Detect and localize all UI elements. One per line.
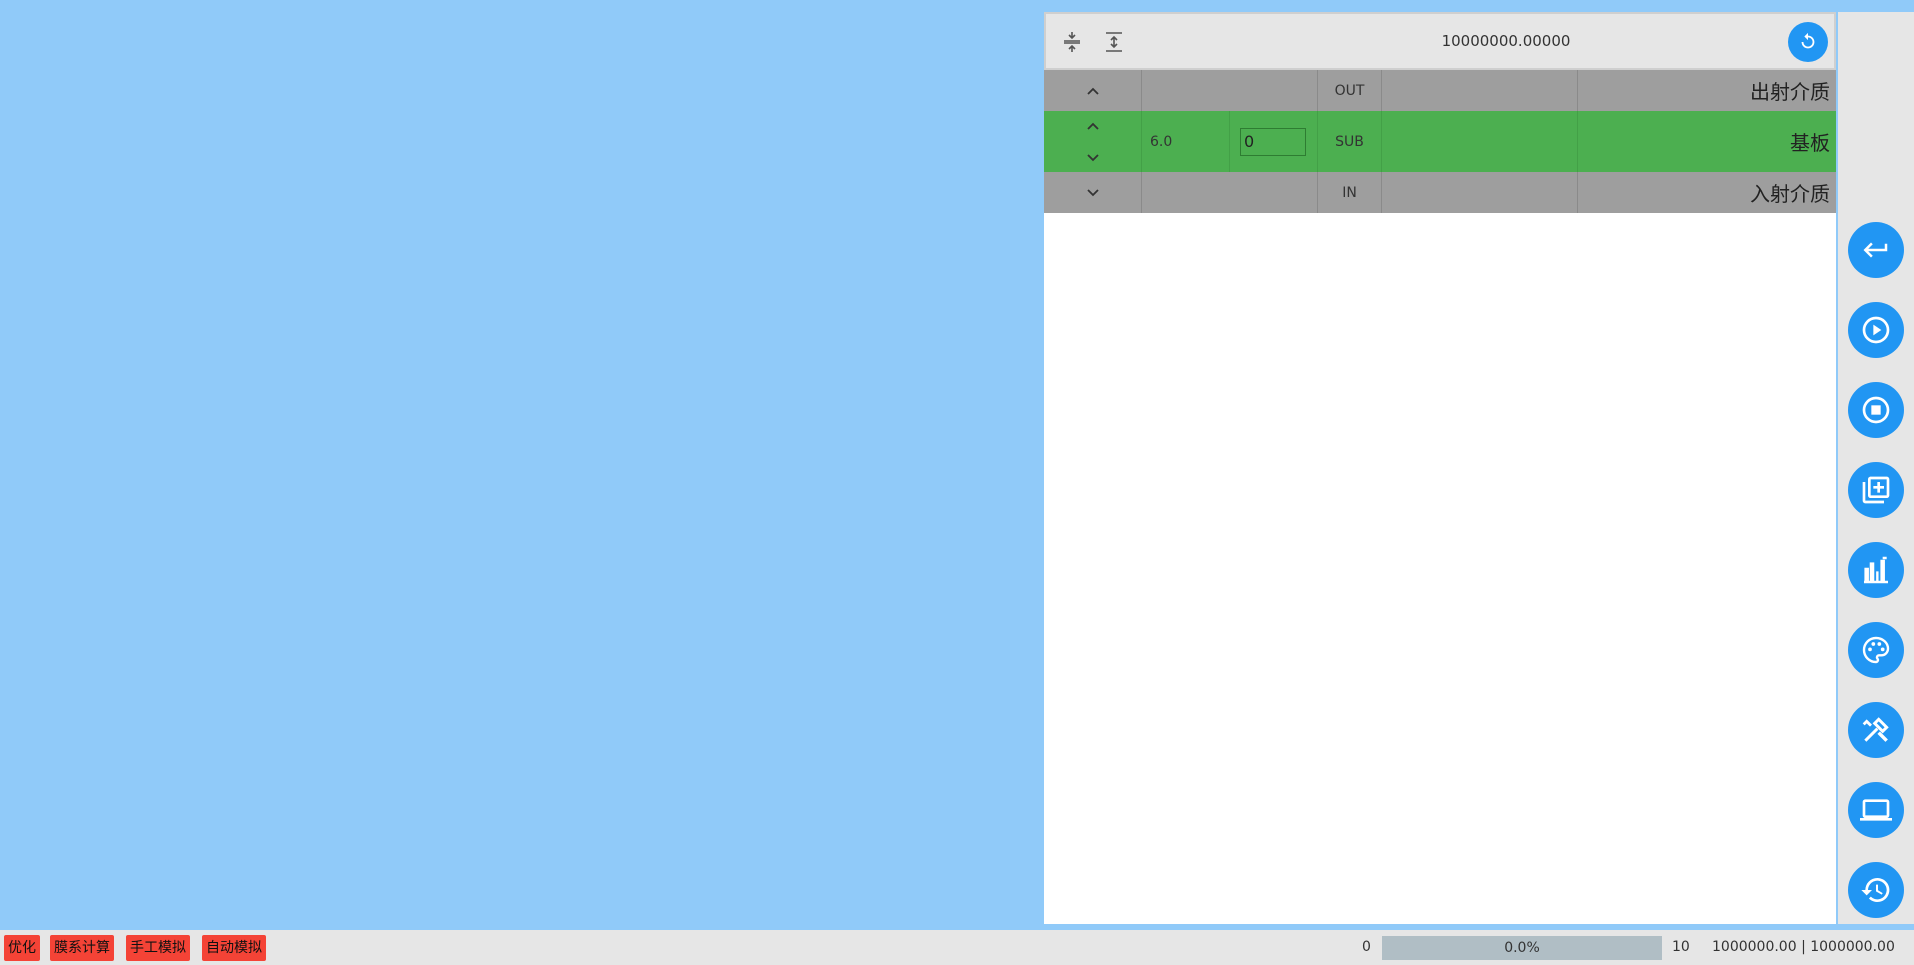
- layer-index-cell: 6.0: [1142, 111, 1230, 172]
- layer-row-out[interactable]: OUT 出射介质: [1044, 70, 1836, 111]
- action-rail: [1838, 12, 1914, 924]
- compress-vertical-icon[interactable]: [1058, 28, 1086, 56]
- move-up-icon[interactable]: [1086, 82, 1100, 100]
- total-thickness-value: 10000000.00000: [1441, 32, 1571, 50]
- film-calc-tab[interactable]: 膜系计算: [50, 935, 114, 961]
- return-icon: [1863, 242, 1888, 258]
- history-icon: [1861, 877, 1890, 902]
- layer-tag: OUT: [1318, 70, 1382, 111]
- status-bar: 优化 膜系计算 手工模拟 自动模拟 0 0.0% 10 1000000.00 |…: [0, 930, 1914, 965]
- status-values: 1000000.00 | 1000000.00: [1712, 939, 1895, 955]
- tools-icon: [1862, 717, 1889, 742]
- play-button[interactable]: [1848, 302, 1904, 358]
- history-button[interactable]: [1848, 862, 1904, 918]
- stop-icon: [1862, 396, 1890, 424]
- thickness-input[interactable]: [1240, 127, 1306, 156]
- layer-tag: SUB: [1318, 111, 1382, 172]
- layer-material-cell: [1382, 70, 1578, 111]
- layer-name: 基板: [1790, 131, 1830, 155]
- layer-row-in[interactable]: IN 入射介质: [1044, 172, 1836, 213]
- laptop-button[interactable]: [1848, 782, 1904, 838]
- laptop-icon: [1860, 799, 1892, 821]
- palette-button[interactable]: [1848, 622, 1904, 678]
- progress-min: 0: [1362, 939, 1371, 955]
- progress-bar: 0.0%: [1382, 936, 1662, 960]
- layer-material-cell: [1382, 172, 1578, 213]
- refresh-button[interactable]: [1788, 22, 1828, 62]
- row-arrows: [1044, 70, 1142, 111]
- progress-label: 0.0%: [1504, 940, 1540, 956]
- optimize-tab[interactable]: 优化: [4, 935, 40, 961]
- layer-row-sub[interactable]: 6.0 SUB 基板: [1044, 111, 1836, 172]
- layer-index-cell: [1142, 70, 1318, 111]
- progress-max: 10: [1672, 939, 1690, 955]
- layer-toolbar: 10000000.00000: [1044, 12, 1836, 70]
- add-layer-icon: [1862, 476, 1890, 504]
- play-icon: [1862, 316, 1890, 344]
- move-down-icon[interactable]: [1086, 184, 1100, 202]
- layer-tag: IN: [1318, 172, 1382, 213]
- stop-button[interactable]: [1848, 382, 1904, 438]
- plot-area: [0, 0, 1044, 930]
- chart-button[interactable]: [1848, 542, 1904, 598]
- manual-sim-tab[interactable]: 手工模拟: [126, 935, 190, 961]
- return-button[interactable]: [1848, 222, 1904, 278]
- expand-vertical-icon[interactable]: [1100, 28, 1128, 56]
- palette-icon: [1862, 636, 1890, 664]
- refresh-icon: [1801, 32, 1815, 49]
- row-arrows: [1044, 111, 1142, 172]
- auto-sim-tab[interactable]: 自动模拟: [202, 935, 266, 961]
- chart-icon: [1864, 556, 1888, 584]
- move-up-icon[interactable]: [1086, 117, 1100, 135]
- row-arrows: [1044, 172, 1142, 213]
- layer-name: 入射介质: [1750, 182, 1830, 206]
- layer-thickness-cell: [1230, 111, 1318, 172]
- layer-name: 出射介质: [1750, 80, 1830, 104]
- move-down-icon[interactable]: [1086, 149, 1100, 167]
- tools-button[interactable]: [1848, 702, 1904, 758]
- add-layer-button[interactable]: [1848, 462, 1904, 518]
- layer-panel: 10000000.00000 OUT 出射介质 6.0 0 SUB 基板 IN …: [1044, 12, 1836, 924]
- layer-material-cell: [1382, 111, 1578, 172]
- layer-index-cell: [1142, 172, 1318, 213]
